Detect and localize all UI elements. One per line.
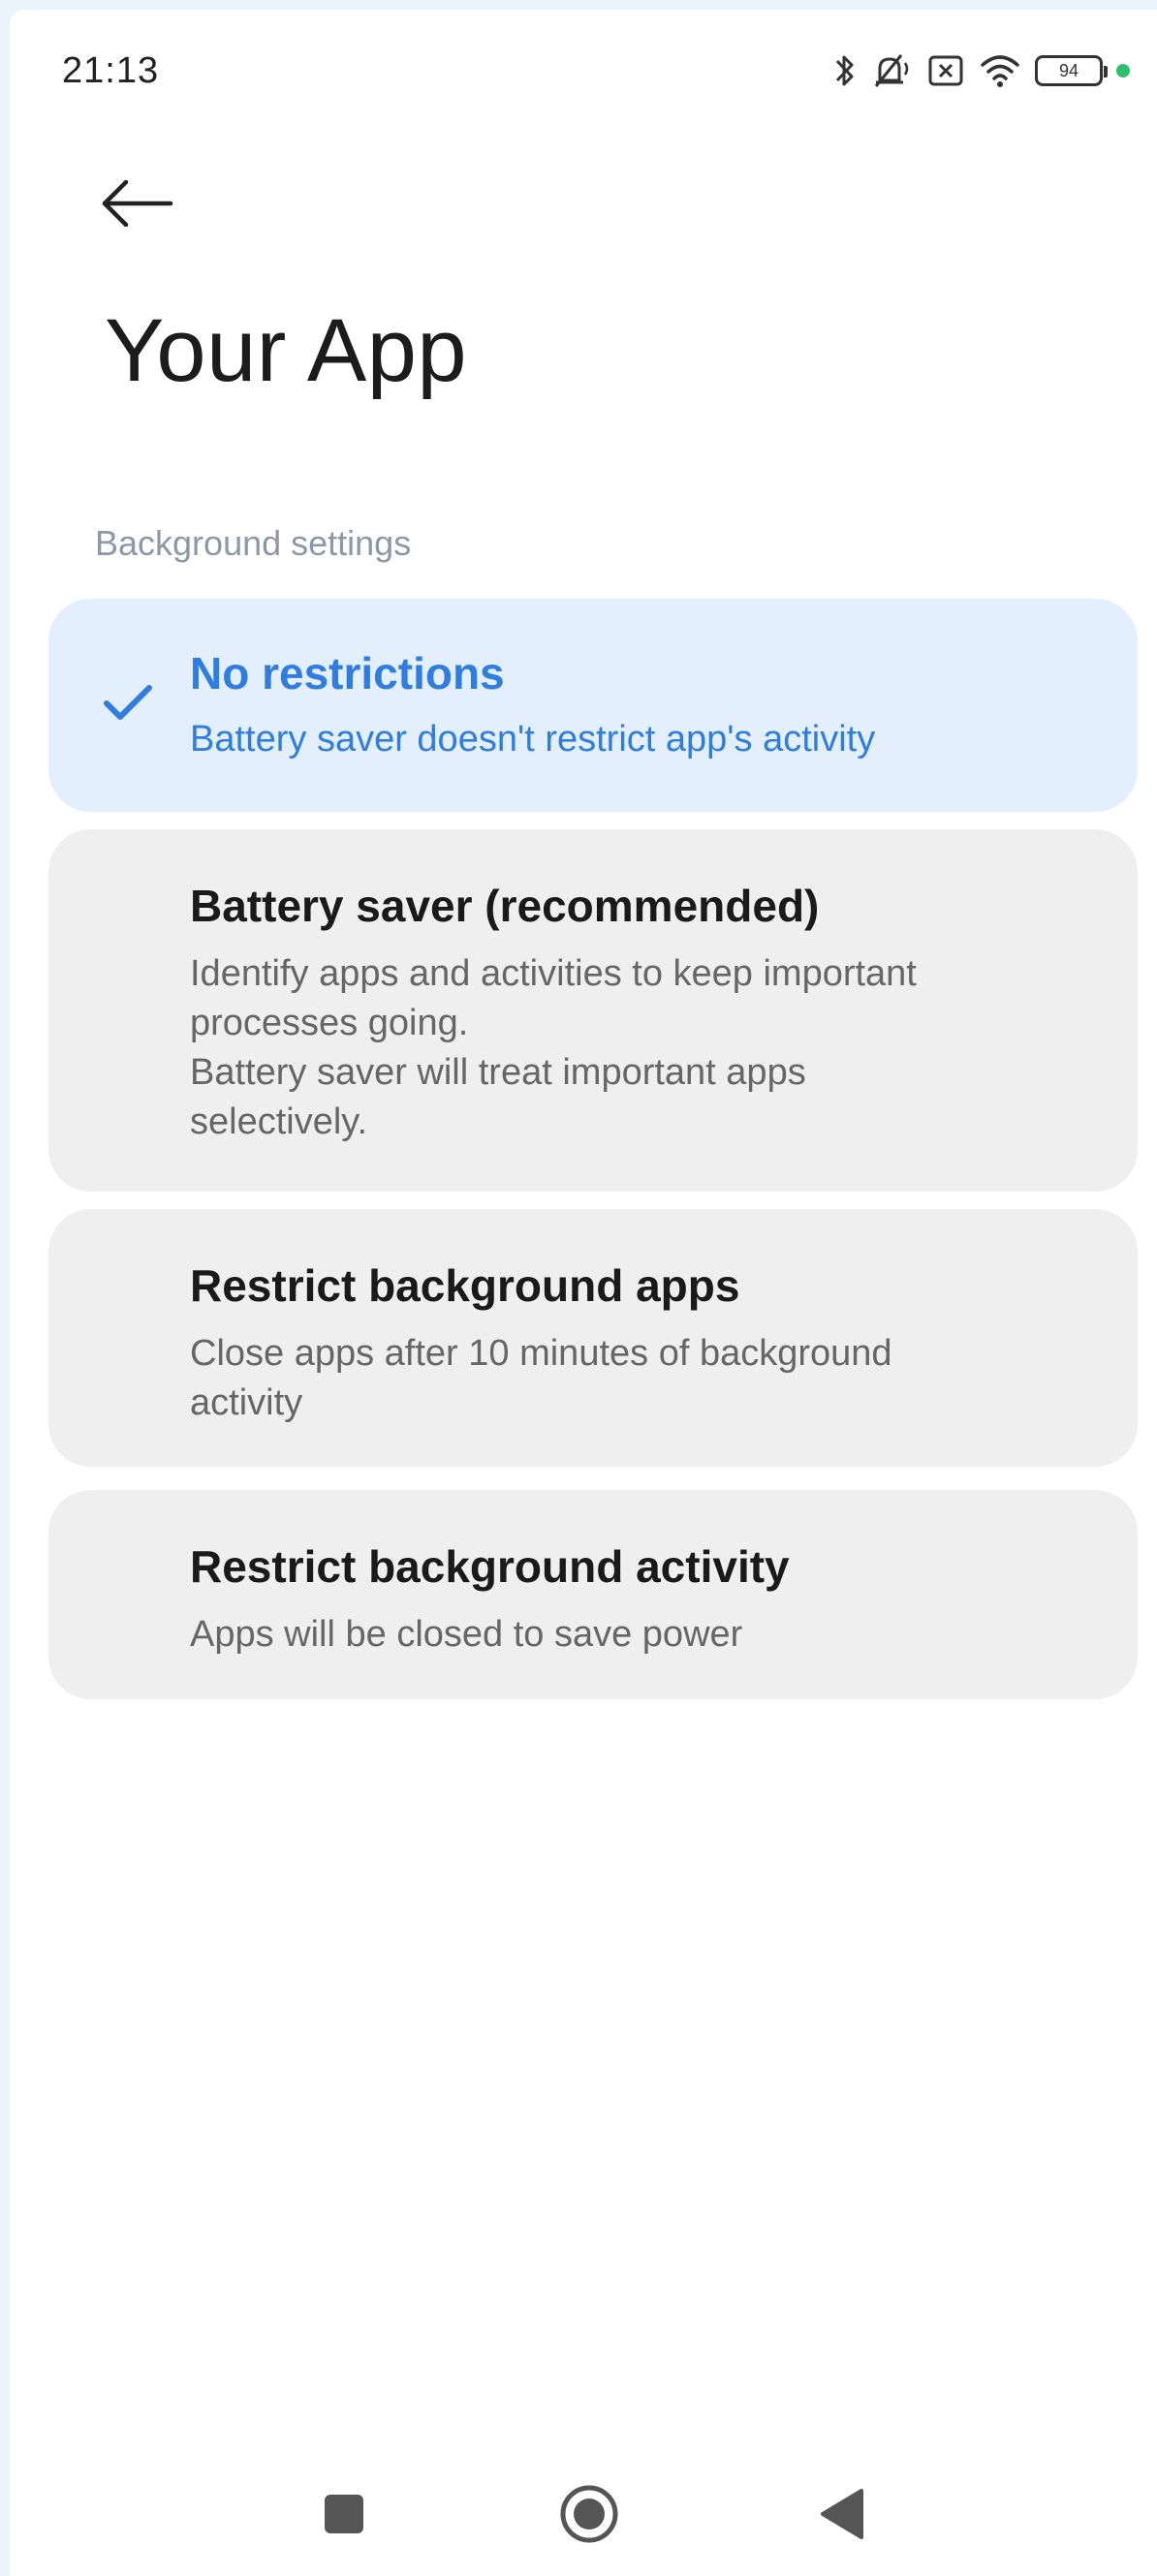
bluetooth-icon [835, 55, 854, 86]
navigation-bar [10, 2470, 1157, 2576]
option-title: Battery saver (recommended) [190, 881, 820, 931]
back-button[interactable] [91, 165, 184, 242]
recents-square-icon [325, 2495, 363, 2533]
status-time: 21:13 [62, 50, 160, 91]
arrow-left-icon [102, 180, 173, 227]
option-description: Apps will be closed to save power [190, 1614, 743, 1655]
recents-button[interactable] [300, 2470, 388, 2558]
wifi-icon [981, 55, 1019, 87]
back-triangle-icon [821, 2489, 863, 2539]
option-restrict-background-apps[interactable]: Restrict background apps Close apps afte… [48, 1209, 1138, 1467]
option-restrict-background-activity[interactable]: Restrict background activity Apps will b… [48, 1490, 1138, 1699]
muted-icon [874, 54, 909, 87]
battery-level: 94 [1058, 60, 1079, 80]
nav-back-button[interactable] [799, 2470, 887, 2558]
check-icon [104, 685, 152, 720]
option-description: Identify apps and activities to keep imp… [190, 953, 917, 1142]
option-battery-saver[interactable]: Battery saver (recommended) Identify app… [48, 829, 1138, 1192]
status-bar: 21:13 94 [10, 10, 1157, 126]
option-no-restrictions[interactable]: No restrictions Battery saver doesn't re… [48, 599, 1138, 812]
page-title: Your App [105, 301, 468, 400]
option-description: Close apps after 10 minutes of backgroun… [190, 1333, 892, 1423]
screen: 21:13 94 Your App Background settings No… [10, 10, 1157, 2576]
battery-icon: 94 [1035, 55, 1108, 86]
status-icons: 94 [833, 48, 1130, 93]
home-circle-icon [560, 2485, 618, 2543]
status-green-dot [1116, 64, 1130, 78]
option-description: Battery saver doesn't restrict app's act… [190, 719, 876, 760]
section-label: Background settings [95, 523, 412, 563]
option-title: No restrictions [190, 648, 505, 698]
option-title: Restrict background apps [190, 1260, 740, 1311]
sim-x-icon [928, 55, 963, 86]
option-title: Restrict background activity [190, 1541, 790, 1592]
home-button[interactable] [546, 2470, 633, 2558]
